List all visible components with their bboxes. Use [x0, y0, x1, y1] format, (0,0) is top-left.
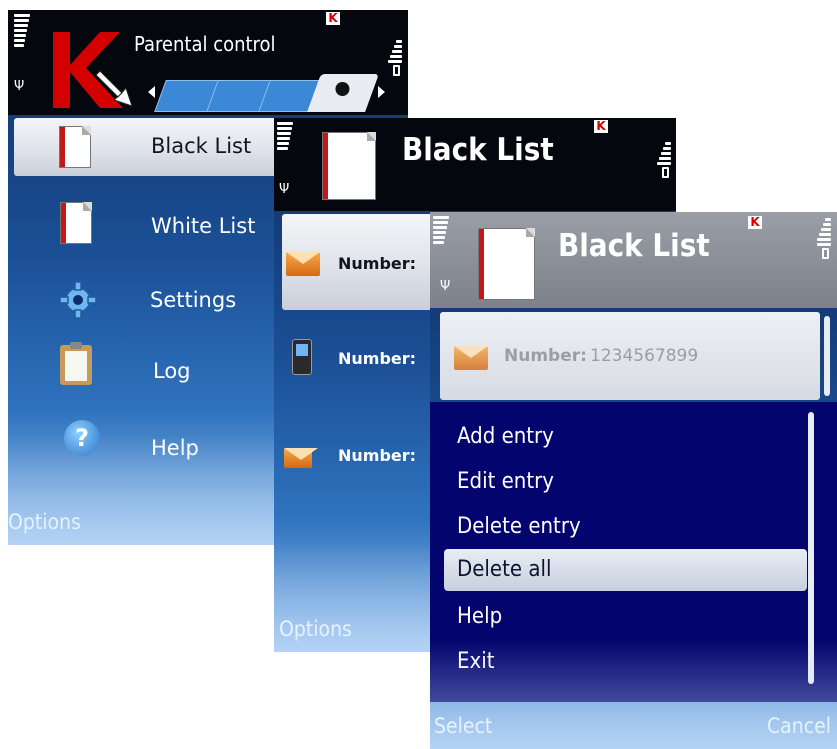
white-list-icon — [60, 202, 92, 244]
kaspersky-logo-icon — [53, 32, 133, 108]
screen-title: Black List — [558, 228, 710, 264]
envelope-icon — [286, 252, 320, 276]
battery-icon — [388, 40, 402, 76]
envelope-icon — [454, 346, 488, 370]
menu-item-label: White List — [151, 214, 256, 238]
antenna-icon: Ψ — [440, 279, 451, 294]
signal-strength-icon — [277, 122, 293, 152]
tab-strip — [148, 72, 388, 112]
entry-label: Number: — [338, 254, 417, 273]
status-header: Ψ Parental control K — [8, 10, 408, 115]
menu-option-help[interactable]: Help — [444, 596, 807, 638]
menu-item-label: Help — [151, 436, 199, 460]
menu-item-label: Black List — [151, 134, 252, 158]
tab-parental[interactable] — [307, 74, 379, 112]
menu-scrollbar[interactable] — [808, 412, 814, 684]
options-softkey[interactable]: Options — [279, 617, 352, 641]
select-softkey[interactable]: Select — [434, 714, 492, 738]
battery-icon — [657, 142, 671, 178]
menu-option-delete-all[interactable]: Delete all — [444, 549, 807, 591]
menu-option-add-entry[interactable]: Add entry — [444, 416, 807, 458]
help-icon: ? — [64, 420, 100, 456]
menu-option-exit[interactable]: Exit — [444, 641, 807, 683]
cancel-softkey[interactable]: Cancel — [767, 714, 831, 738]
kaspersky-badge-icon: K — [594, 120, 608, 133]
kaspersky-badge-icon: K — [326, 12, 340, 25]
phone-icon — [292, 339, 312, 375]
list-scrollbar[interactable] — [824, 316, 830, 396]
black-list-header-icon — [322, 132, 376, 200]
black-list-header-icon — [478, 228, 535, 300]
entry-row[interactable]: Number: 1234567899 — [440, 312, 820, 400]
entry-label: Number: — [338, 349, 417, 368]
black-list-icon — [59, 126, 91, 168]
kaspersky-badge-icon: K — [748, 216, 762, 229]
menu-option-delete-entry[interactable]: Delete entry — [444, 506, 807, 548]
antenna-icon: Ψ — [279, 182, 290, 197]
tab-right-arrow-icon[interactable] — [378, 86, 385, 98]
entry-label: Number: — [504, 346, 587, 366]
menu-item-label: Settings — [150, 288, 237, 312]
entry-value: 1234567899 — [590, 346, 699, 366]
app-title: Parental control — [134, 32, 276, 56]
entry-label: Number: — [338, 446, 417, 465]
battery-icon — [817, 218, 831, 259]
options-softkey[interactable]: Options — [8, 510, 81, 534]
black-list-options-screen: Ψ Black List K Number: 1234567899 Add en… — [430, 212, 837, 749]
envelope-phone-icon — [284, 448, 318, 468]
settings-gear-icon — [59, 281, 97, 319]
status-header: Ψ Black List K — [274, 118, 676, 211]
signal-strength-icon — [14, 14, 30, 49]
status-header: Ψ Black List K — [430, 212, 837, 308]
tab-left-arrow-icon[interactable] — [148, 86, 155, 98]
screen-title: Black List — [402, 132, 554, 168]
menu-option-edit-entry[interactable]: Edit entry — [444, 461, 807, 503]
clipboard-icon — [60, 342, 92, 385]
antenna-icon: Ψ — [14, 79, 25, 94]
signal-strength-icon — [433, 216, 449, 246]
options-menu: Add entry Edit entry Delete entry Delete… — [430, 402, 837, 702]
person-icon — [335, 82, 350, 96]
menu-item-label: Log — [153, 359, 191, 383]
